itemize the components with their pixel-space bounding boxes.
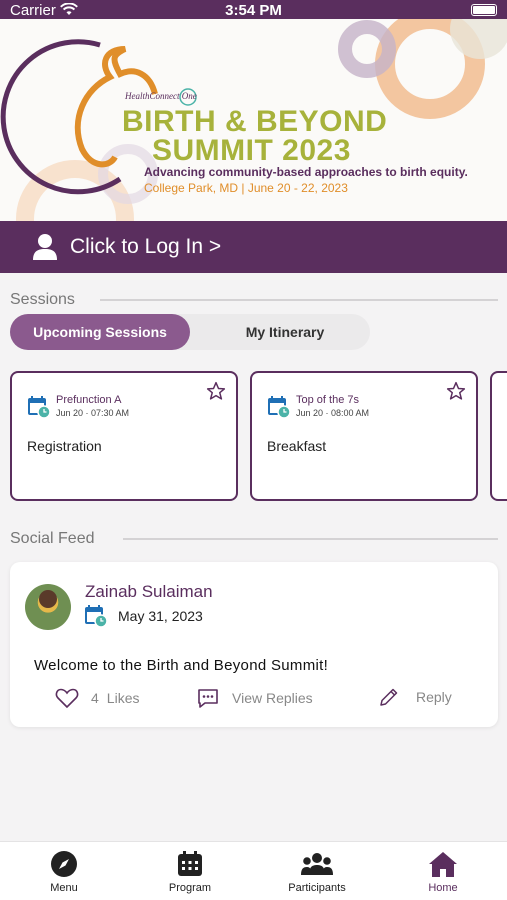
login-button[interactable]: Click to Log In > xyxy=(0,221,507,273)
view-replies-label: View Replies xyxy=(232,690,313,706)
pencil-icon xyxy=(380,688,398,706)
event-banner: HealthConnect One BIRTH & BEYOND SUMMIT … xyxy=(0,19,507,221)
clock: 3:54 PM xyxy=(225,2,282,19)
tab-home[interactable]: Home xyxy=(393,850,493,894)
session-time: Jun 20 · 07:30 AM xyxy=(56,408,130,418)
tab-program-label: Program xyxy=(168,882,212,894)
battery-icon xyxy=(471,4,497,16)
session-title: Breakfast xyxy=(267,438,327,454)
social-feed-header: Social Feed xyxy=(10,530,95,547)
chat-bubble-icon xyxy=(198,689,218,708)
session-location: Prefunction A xyxy=(56,394,122,406)
divider xyxy=(100,299,498,301)
session-tabs: Upcoming Sessions My Itinerary xyxy=(10,314,370,350)
calendar-icon xyxy=(178,851,202,876)
sessions-header: Sessions xyxy=(10,291,75,308)
calendar-clock-icon xyxy=(28,396,51,419)
tab-menu[interactable]: Menu xyxy=(14,850,114,894)
event-title-line2: SUMMIT 2023 xyxy=(152,134,351,167)
post-text: Welcome to the Birth and Beyond Summit! xyxy=(34,657,329,674)
event-tagline: Advancing community-based approaches to … xyxy=(144,165,468,179)
user-icon xyxy=(33,234,57,260)
session-location: Top of the 7s xyxy=(296,394,359,406)
tab-participants[interactable]: Participants xyxy=(267,850,367,894)
calendar-clock-icon xyxy=(268,396,291,419)
status-bar: Carrier 3:54 PM xyxy=(0,0,507,19)
reply-button[interactable]: Reply xyxy=(378,686,452,708)
home-icon xyxy=(429,852,457,877)
reply-label: Reply xyxy=(416,689,452,705)
likes-count: 4 xyxy=(91,690,99,706)
event-location-dates: College Park, MD | June 20 - 22, 2023 xyxy=(144,181,348,195)
session-card[interactable]: Prefunction A Jun 20 · 07:30 AM Registra… xyxy=(10,371,238,501)
tab-participants-label: Participants xyxy=(288,882,346,894)
heart-icon xyxy=(55,688,79,709)
session-time: Jun 20 · 08:00 AM xyxy=(296,408,370,418)
tab-program[interactable]: Program xyxy=(140,850,240,894)
tab-my-itinerary[interactable]: My Itinerary xyxy=(200,314,370,350)
session-title: Registration xyxy=(27,438,102,454)
view-replies-button[interactable]: View Replies xyxy=(196,686,313,710)
session-card-partial[interactable] xyxy=(490,371,507,501)
calendar-clock-icon xyxy=(85,605,108,628)
feed-post: Zainab Sulaiman May 31, 2023 Welcome to … xyxy=(10,562,498,727)
compass-icon xyxy=(51,851,77,877)
post-author[interactable]: Zainab Sulaiman xyxy=(85,582,213,602)
divider xyxy=(123,538,498,540)
like-button[interactable]: 4 Likes xyxy=(55,687,139,709)
tab-upcoming-sessions[interactable]: Upcoming Sessions xyxy=(10,314,190,350)
favorite-star-icon[interactable] xyxy=(446,381,466,401)
tab-menu-label: Menu xyxy=(50,882,78,894)
org-logo-text: HealthConnect One xyxy=(125,91,197,101)
session-card[interactable]: Top of the 7s Jun 20 · 08:00 AM Breakfas… xyxy=(250,371,478,501)
favorite-star-icon[interactable] xyxy=(206,381,226,401)
tab-home-label: Home xyxy=(428,882,458,894)
avatar[interactable] xyxy=(25,584,71,630)
people-icon xyxy=(301,853,333,875)
likes-label: Likes xyxy=(106,690,140,706)
login-label: Click to Log In > xyxy=(70,235,222,258)
bottom-tab-bar: Menu Program Participants Home xyxy=(0,841,507,900)
post-date: May 31, 2023 xyxy=(118,608,203,624)
